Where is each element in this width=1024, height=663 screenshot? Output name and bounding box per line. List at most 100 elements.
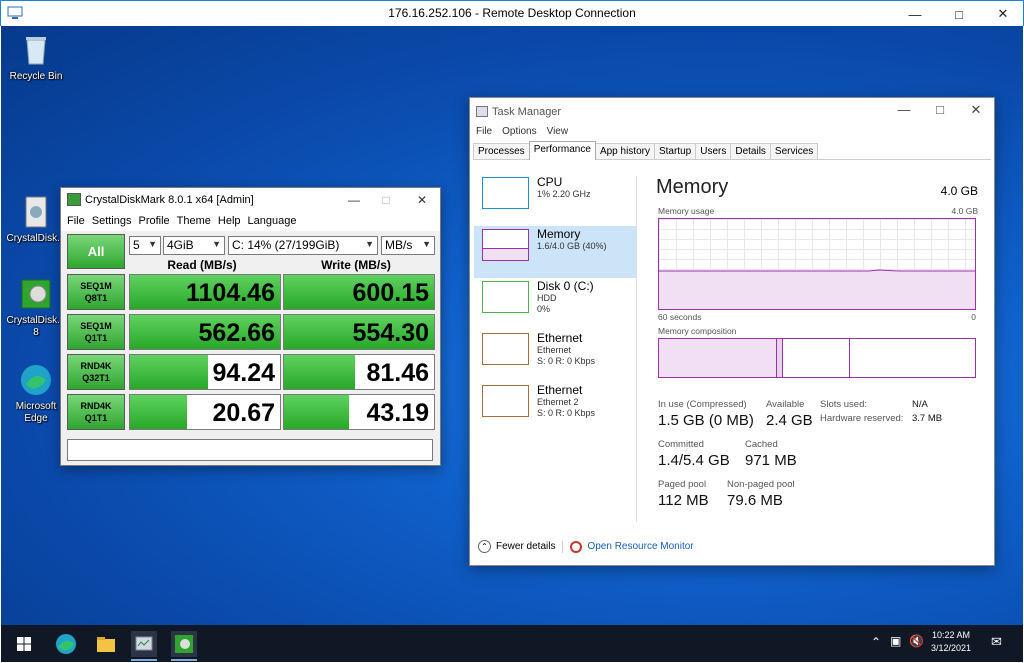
read-result-row-0: 1104.46: [129, 274, 281, 310]
sidebar-item-label: Ethernet: [537, 383, 583, 397]
sidebar-item-detail: Ethernet S: 0 R: 0 Kbps: [537, 345, 595, 367]
tm-menu-file[interactable]: File: [476, 126, 492, 142]
crystaldisk-icon: [18, 194, 54, 230]
sidebar-item-detail: 1% 2.20 GHz: [537, 189, 591, 199]
tm-footer: ⌃ Fewer details Open Resource Monitor: [478, 540, 694, 553]
tm-minimize-button[interactable]: —: [886, 102, 922, 117]
clock[interactable]: 10:22 AM 3/12/2021: [927, 630, 975, 653]
cdm-menu-help[interactable]: Help: [216, 212, 246, 231]
desktop-icon-crystaldisk[interactable]: CrystalDisk...: [5, 194, 67, 245]
tm-menu-options[interactable]: Options: [502, 126, 536, 142]
minimize-button[interactable]: —: [893, 1, 937, 27]
desktop-icon-label: CrystalDisk... 8: [6, 315, 66, 338]
committed-label: Committed: [658, 439, 704, 450]
tm-maximize-button[interactable]: □: [922, 102, 958, 117]
sidebar-item-memory[interactable]: Memory 1.6/4.0 GB (40%): [474, 226, 636, 278]
cdm-menu-bar: File Settings Profile Theme Help Languag…: [61, 212, 440, 231]
non-paged-pool-label: Non-paged pool: [727, 479, 795, 490]
windows-logo-icon: [17, 637, 31, 651]
cdm-minimize-button[interactable]: —: [339, 190, 369, 210]
chevron-down-icon: ▼: [148, 239, 157, 249]
sidebar-item-detail: 1.6/4.0 GB (40%): [537, 241, 607, 251]
desktop-icon-recycle-bin[interactable]: Recycle Bin: [5, 32, 67, 83]
start-button[interactable]: [11, 631, 37, 657]
test-button-row-1[interactable]: SEQ1M Q1T1: [67, 314, 125, 350]
tm-menu-view[interactable]: View: [547, 126, 569, 142]
cdm-menu-language[interactable]: Language: [246, 212, 302, 231]
adapter-throughput: S: 0 R: 0 Kbps: [537, 408, 596, 418]
read-result-bar: [130, 395, 187, 429]
test-button-row-2[interactable]: RND4K Q32T1: [67, 354, 125, 390]
maximize-button[interactable]: □: [937, 1, 981, 27]
active-indicator: [171, 659, 197, 661]
sidebar-item-ethernet-2[interactable]: Ethernet Ethernet 2 S: 0 R: 0 Kbps: [474, 382, 636, 434]
desktop-icon-crystaldisk-8[interactable]: CrystalDisk... 8: [5, 276, 67, 339]
volume-icon[interactable]: 🔇: [909, 634, 924, 648]
network-icon[interactable]: ▣: [890, 634, 901, 648]
sidebar-item-ethernet[interactable]: Ethernet Ethernet S: 0 R: 0 Kbps: [474, 330, 636, 382]
cdm-title: CrystalDiskMark 8.0.1 x64 [Admin]: [85, 194, 254, 206]
fewer-details-label: Fewer details: [496, 541, 556, 552]
sidebar-item-label: Disk 0 (C:): [537, 279, 594, 293]
fewer-details-link[interactable]: ⌃ Fewer details: [478, 540, 555, 553]
footer-separator: [562, 540, 564, 553]
drive-select[interactable]: C: 14% (27/199GiB) ▼: [228, 236, 378, 255]
tab-processes[interactable]: Processes: [473, 143, 530, 159]
close-button[interactable]: ✕: [981, 1, 1024, 27]
cdm-menu-settings[interactable]: Settings: [90, 212, 137, 231]
write-result-bar: [284, 355, 355, 389]
run-all-button[interactable]: All: [67, 234, 125, 269]
unit-value: MB/s: [385, 238, 413, 252]
tab-users[interactable]: Users: [695, 143, 732, 159]
taskbar-crystaldiskmark[interactable]: [171, 631, 197, 661]
unit-select[interactable]: MB/s ▼: [381, 236, 435, 255]
hardware-reserved-label: Hardware reserved:: [820, 413, 904, 424]
taskbar-file-explorer[interactable]: [93, 631, 119, 657]
desktop-icon-microsoft-edge[interactable]: Microsoft Edge: [5, 362, 67, 425]
test-size-select[interactable]: 4GiB ▼: [163, 236, 225, 255]
sidebar-item-cpu[interactable]: CPU 1% 2.20 GHz: [474, 174, 636, 226]
tab-performance[interactable]: Performance: [528, 141, 596, 160]
memory-usage-label: Memory usage: [658, 206, 715, 216]
write-result-row-0: 600.15: [283, 274, 435, 310]
chevron-down-icon: ▼: [422, 239, 431, 249]
read-result-value: 1104.46: [186, 279, 275, 307]
folder-icon: [97, 637, 115, 652]
write-result-bar: [284, 395, 349, 429]
taskbar-task-manager[interactable]: [131, 631, 157, 661]
test-button-row-0[interactable]: SEQ1M Q8T1: [67, 274, 125, 310]
tm-close-button[interactable]: ✕: [958, 102, 994, 118]
test-button-row-3[interactable]: RND4K Q1T1: [67, 394, 125, 430]
tab-startup[interactable]: Startup: [653, 143, 697, 159]
read-result-value: 20.67: [212, 399, 275, 427]
tab-app-history[interactable]: App history: [594, 143, 655, 159]
test-count-select[interactable]: 5 ▼: [129, 236, 161, 255]
sidebar-item-detail: HDD 0%: [537, 293, 557, 315]
show-hidden-icons-chevron-icon[interactable]: ⌃: [871, 635, 881, 649]
memory-composition-label: Memory composition: [658, 326, 737, 336]
edge-icon: [56, 634, 76, 654]
cdm-menu-file[interactable]: File: [65, 212, 90, 231]
tab-details[interactable]: Details: [730, 143, 771, 159]
notifications-icon[interactable]: ✉: [991, 634, 1002, 650]
cdm-menu-theme[interactable]: Theme: [175, 212, 216, 231]
comment-field[interactable]: [67, 439, 433, 461]
write-result-row-3: 43.19: [283, 394, 435, 430]
cached-value: 971 MB: [745, 452, 797, 469]
taskbar-edge[interactable]: [53, 631, 79, 657]
tab-services[interactable]: Services: [769, 143, 819, 159]
sidebar-item-label: CPU: [537, 175, 563, 189]
cdm-maximize-button[interactable]: □: [371, 190, 401, 210]
non-paged-pool-value: 79.6 MB: [727, 492, 783, 509]
read-result-row-2: 94.24: [129, 354, 281, 390]
cpu-graph-thumbnail: [482, 177, 529, 209]
sidebar-item-disk[interactable]: Disk 0 (C:) HDD 0%: [474, 278, 636, 330]
cdm-close-button[interactable]: ✕: [407, 190, 437, 210]
open-resource-monitor-link[interactable]: Open Resource Monitor: [570, 540, 694, 553]
crystaldiskmark-icon: [67, 193, 81, 206]
crystaldisk-icon: [175, 635, 193, 653]
sidebar-divider: [636, 176, 637, 522]
cdm-menu-profile[interactable]: Profile: [136, 212, 174, 231]
read-result-value: 562.66: [198, 319, 275, 347]
paged-pool-value: 112 MB: [658, 492, 709, 509]
